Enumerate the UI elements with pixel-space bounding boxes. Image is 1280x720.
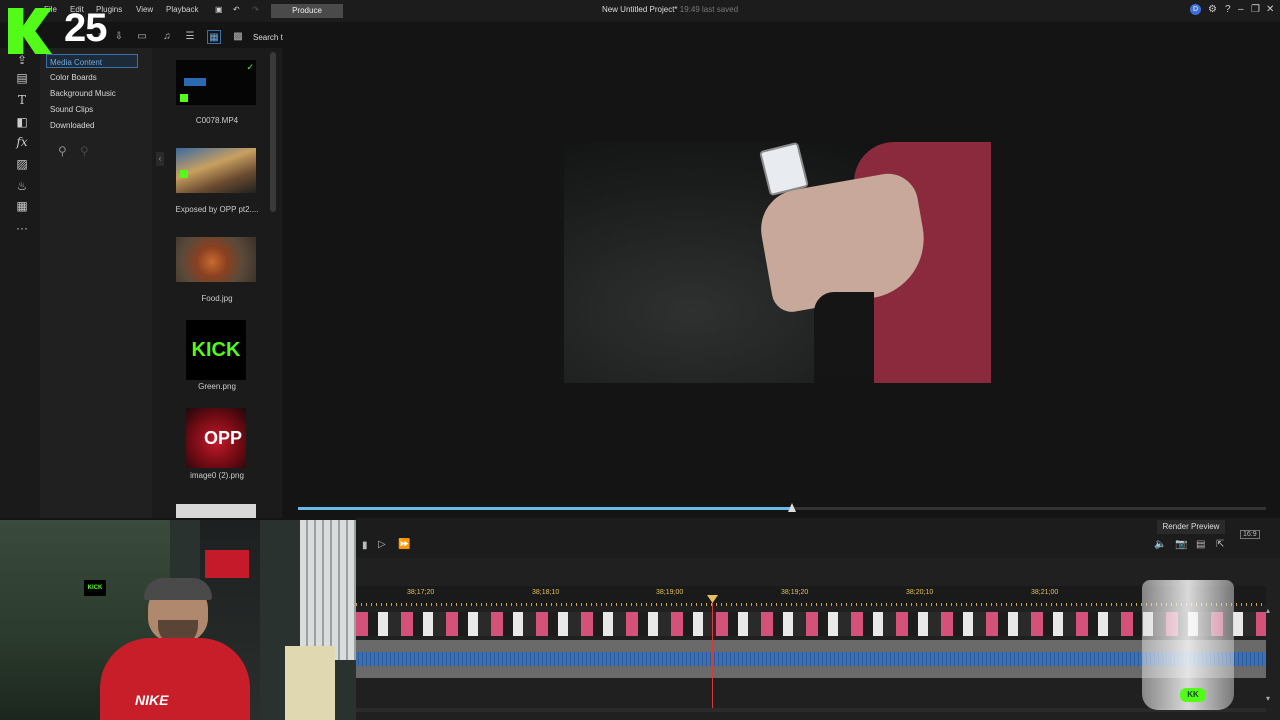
timeline-tick-label: 38;19;20 — [781, 589, 809, 596]
add-tag-icon[interactable]: ⚲ — [58, 144, 67, 158]
undock-icon[interactable]: ⇱ — [1216, 539, 1224, 550]
timeline-tick-label: 38;21;00 — [1031, 589, 1059, 596]
kick-sign: KICK — [84, 580, 106, 596]
check-icon: ✓ — [246, 62, 254, 72]
stop-icon[interactable]: ▮ — [362, 540, 368, 551]
pip-room-icon[interactable]: ▨ — [14, 156, 30, 172]
tree-item-media-content[interactable]: Media Content — [50, 58, 102, 67]
timeline-tick-label: 38;19;00 — [656, 589, 684, 596]
overlay-number: 25 — [64, 6, 107, 50]
aspect-ratio-selector[interactable]: 16:9 — [1240, 530, 1260, 539]
thumbnail-scrollbar[interactable] — [270, 52, 276, 212]
tree-item-downloaded[interactable]: Downloaded — [50, 121, 94, 130]
import-icon[interactable]: ⇩ — [112, 30, 126, 44]
timeline-playhead[interactable] — [712, 598, 713, 708]
thumbnail-label: Green.png — [198, 382, 236, 391]
audio-waveform — [356, 652, 1266, 666]
next-frame-icon[interactable]: ▷ — [378, 539, 386, 550]
volume-icon[interactable]: 🔈 — [1154, 539, 1166, 550]
streamer-cap — [144, 578, 212, 600]
save-icon[interactable]: ▣ — [215, 5, 223, 14]
maximize-icon[interactable]: ❐ — [1251, 4, 1260, 15]
thumbnail-label: Exposed by OPP pt2.... — [175, 205, 259, 214]
video-preview[interactable] — [564, 142, 991, 383]
effects-room-icon[interactable]: fx — [14, 134, 30, 150]
cup-overlay: KK — [1142, 580, 1234, 710]
library-search-input[interactable]: Search t — [253, 33, 283, 42]
more-icon[interactable]: ··· — [14, 220, 30, 236]
last-saved-status: 19:49 last saved — [679, 5, 739, 14]
fast-forward-icon[interactable]: ⏩ — [398, 539, 410, 550]
render-preview-button[interactable]: Render Preview — [1157, 520, 1225, 534]
subtitle-toggle-icon[interactable]: ▤ — [1196, 539, 1205, 550]
snapshot-icon[interactable]: 📷 — [1175, 539, 1187, 550]
streamer-hoodie — [100, 638, 250, 720]
redo-icon[interactable]: ↷ — [252, 5, 259, 14]
project-title: New Untitled Project* 19:49 last saved — [520, 5, 820, 14]
undo-icon[interactable]: ↶ — [233, 5, 240, 14]
webcam-overlay: KICK NIKE — [0, 520, 356, 720]
close-icon[interactable]: ✕ — [1266, 4, 1274, 15]
tree-item-background-music[interactable]: Background Music — [50, 89, 116, 98]
menu-playback[interactable]: Playback — [166, 5, 198, 14]
scroll-up-icon[interactable]: ▴ — [1266, 606, 1270, 615]
thumbnail-green-kick[interactable]: KICK — [186, 320, 246, 380]
audio-filter-icon[interactable]: ♫ — [160, 30, 174, 44]
help-icon[interactable]: ? — [1225, 4, 1231, 15]
playback-progress-fill — [298, 507, 792, 510]
grid-view-icon[interactable]: ▦ — [207, 30, 221, 44]
color-board-icon[interactable]: ▤ — [14, 70, 30, 86]
media-thumbnails-panel: ✓ C0078.MP4 Exposed by OPP pt2.... Food.… — [152, 48, 282, 518]
collapse-panel-icon[interactable]: ‹ — [156, 152, 164, 166]
gear-icon[interactable]: ⚙ — [1208, 4, 1217, 15]
subtitle-room-icon[interactable]: ▦ — [14, 198, 30, 214]
opp-poster — [205, 550, 249, 578]
thumbnail-c0078[interactable]: ✓ — [176, 60, 256, 105]
remove-tag-icon[interactable]: ⚲ — [80, 144, 89, 158]
minimize-icon[interactable]: – — [1238, 4, 1244, 15]
account-icon[interactable]: D — [1190, 4, 1201, 15]
kick-cup-logo: KK — [1180, 688, 1206, 702]
timeline-tick-label: 38;17;20 — [407, 589, 435, 596]
menu-view[interactable]: View — [136, 5, 153, 14]
thumbnail-label: image0 (2).png — [190, 471, 244, 480]
player-controls: ▮ ▷ ⏩ 🔈 📷 ▤ ⇱ 16:9 — [356, 518, 1280, 558]
room-icon-column: ⇪ ▤ T ◧ fx ▨ ♨ ▦ ··· — [0, 48, 40, 518]
thumbnail-image0-opp[interactable]: OPP — [186, 408, 246, 468]
video-track-clip[interactable] — [356, 612, 1266, 636]
scroll-down-icon[interactable]: ▾ — [1266, 694, 1270, 703]
menu-bar: File Edit Plugins View Playback ▣ ↶ ↷ Pr… — [0, 0, 1280, 22]
thumbnail-food[interactable] — [176, 237, 256, 282]
particle-room-icon[interactable]: ♨ — [14, 178, 30, 194]
produce-button[interactable]: Produce — [271, 4, 343, 18]
thumbnail-partial[interactable] — [176, 504, 256, 518]
thumbnail-exposed-by-opp[interactable] — [176, 148, 256, 193]
timeline-ruler-ticks — [356, 603, 1266, 606]
tree-item-color-boards[interactable]: Color Boards — [50, 73, 97, 82]
timeline-horizontal-scrollbar[interactable] — [356, 708, 1266, 712]
desk-items — [285, 646, 335, 720]
thumbnail-label: C0078.MP4 — [195, 116, 239, 125]
timeline-tick-label: 38;20;10 — [906, 589, 934, 596]
hoodie-text: NIKE — [135, 692, 169, 708]
thumbnail-label: Food.jpg — [201, 294, 233, 303]
title-room-icon[interactable]: T — [14, 92, 30, 108]
large-grid-icon[interactable]: ▩ — [231, 30, 245, 44]
tree-item-sound-clips[interactable]: Sound Clips — [50, 105, 93, 114]
list-view-icon[interactable]: ☰ — [183, 30, 197, 44]
transition-room-icon[interactable]: ◧ — [14, 114, 30, 130]
media-room-icon[interactable]: ⇪ — [14, 52, 30, 68]
timeline-tick-label: 38;18;10 — [532, 589, 560, 596]
image-filter-icon[interactable]: ▭ — [135, 30, 149, 44]
project-name: New Untitled Project* — [601, 5, 678, 14]
library-tree: Media Content Color Boards Background Mu… — [40, 48, 152, 518]
